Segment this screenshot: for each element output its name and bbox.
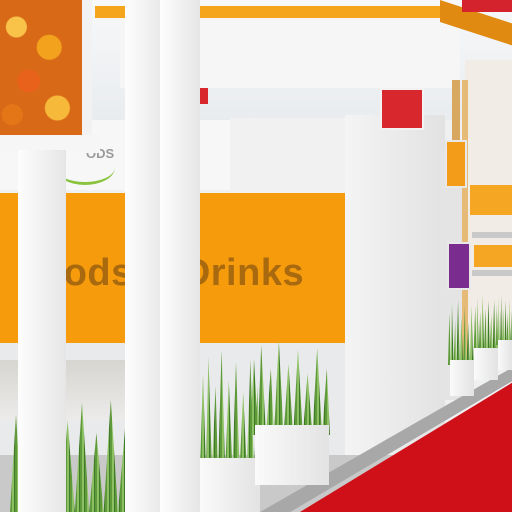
fruit-photo-icon <box>0 0 82 135</box>
white-pole <box>18 150 66 512</box>
orange-picture <box>445 140 467 188</box>
planter <box>498 340 512 370</box>
back-shelf <box>472 232 512 238</box>
planter <box>474 348 498 380</box>
purple-picture <box>447 242 471 290</box>
back-shelf-lower <box>472 270 512 276</box>
red-picture <box>380 88 424 130</box>
back-booth-orange-panel-lower <box>474 245 512 267</box>
white-pole <box>160 0 200 512</box>
booth-scene: ODS oods & Drinks <box>0 0 512 512</box>
planter <box>255 425 329 485</box>
white-block-column <box>345 115 445 460</box>
back-booth-orange-panel <box>470 185 512 215</box>
red-corner-panel <box>462 0 512 12</box>
planter <box>450 360 474 396</box>
planter <box>200 458 260 512</box>
photo-frame-edge <box>82 0 92 145</box>
